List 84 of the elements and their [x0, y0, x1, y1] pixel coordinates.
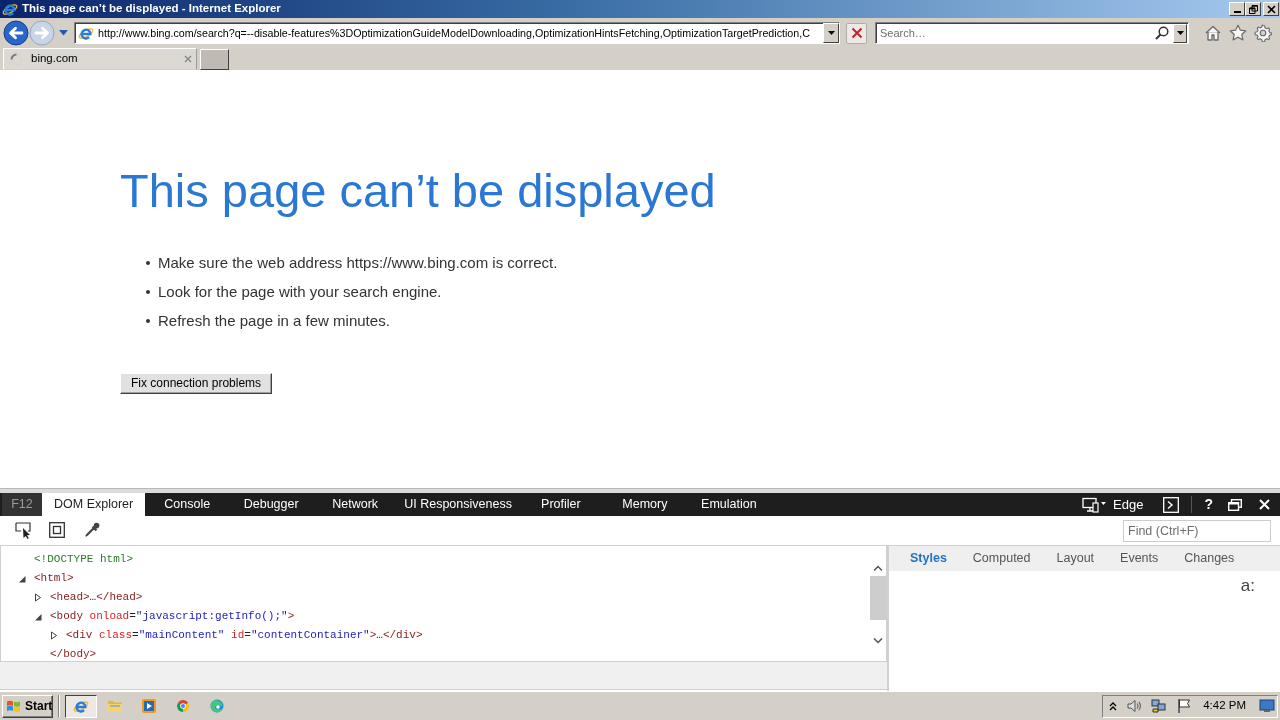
monitor-icon[interactable]	[1259, 699, 1275, 713]
bullet-icon	[146, 289, 150, 294]
triangle-right-icon[interactable]	[34, 593, 42, 602]
search-field[interactable]: Search…	[875, 22, 1189, 44]
dom-node-text[interactable]: <html>	[34, 571, 74, 586]
browser-tab[interactable]: bing.com	[3, 48, 197, 70]
circle-logo-icon	[209, 698, 225, 714]
devtools-tab[interactable]: Console	[145, 493, 230, 516]
devtools-tab[interactable]: Emulation	[686, 493, 771, 516]
speaker-icon[interactable]	[1126, 698, 1143, 714]
x-icon	[850, 27, 863, 39]
devtools-tab[interactable]: Memory	[602, 493, 687, 516]
search-dropdown-button[interactable]	[1173, 23, 1187, 43]
devtools-tab[interactable]: Debugger	[229, 493, 314, 516]
styles-pane-tab[interactable]: Layout	[1043, 546, 1108, 571]
star-icon[interactable]	[1229, 24, 1247, 42]
search-input[interactable]: Search…	[880, 24, 1155, 42]
f12-label: F12	[2, 493, 42, 516]
bullet-icon	[146, 318, 150, 323]
settings-icon[interactable]	[1254, 24, 1272, 42]
address-dropdown-button[interactable]	[823, 23, 839, 43]
start-button[interactable]: Start	[2, 694, 53, 718]
minimize-icon	[1233, 11, 1241, 13]
folder-icon	[107, 698, 123, 714]
devtools-tab[interactable]: Profiler	[518, 493, 603, 516]
caret-down-icon	[827, 31, 835, 35]
square-in-square-icon[interactable]	[49, 522, 65, 539]
new-tab-button[interactable]	[200, 49, 229, 70]
close-button[interactable]	[1263, 2, 1279, 16]
suggestion-text: Look for the page with your search engine.	[158, 282, 442, 301]
dom-node-text[interactable]: <div class="mainContent" id="contentContainer">…</div>	[66, 628, 423, 643]
double-chevron-up-icon[interactable]	[1109, 701, 1118, 711]
styles-pane-tab[interactable]: Computed	[959, 546, 1044, 571]
bullet-icon	[146, 260, 150, 265]
suggestion-text: Refresh the page in a few minutes.	[158, 311, 390, 330]
restore-icon[interactable]	[1228, 498, 1242, 511]
dom-node-text[interactable]: <body onload="javascript:getInfo();">	[50, 609, 295, 624]
styles-pane-tab[interactable]: Changes	[1171, 546, 1248, 571]
minimize-button[interactable]	[1229, 2, 1245, 16]
close-icon	[1266, 4, 1276, 14]
dom-node-text[interactable]: <!DOCTYPE html>	[34, 552, 134, 567]
e-logo-icon	[73, 698, 89, 714]
dom-node-text[interactable]: </body>	[50, 647, 97, 662]
help-button[interactable]: ?	[1204, 496, 1213, 513]
e-logo-icon	[2, 1, 18, 17]
suggestion-text: Make sure the web address https://www.bing.com is correct.	[158, 253, 558, 272]
scrollbar-thumb[interactable]	[870, 576, 886, 620]
windows-flag-icon	[6, 699, 22, 713]
console-icon[interactable]	[1163, 496, 1180, 513]
select-element-icon[interactable]	[15, 522, 31, 539]
devtools-tab[interactable]: DOM Explorer	[42, 493, 146, 516]
play-icon	[141, 698, 157, 714]
house-icon[interactable]	[1204, 24, 1222, 42]
styles-pane-tab[interactable]: Styles	[897, 546, 960, 571]
stop-button[interactable]	[846, 22, 867, 44]
chevron-down-icon[interactable]	[873, 638, 883, 644]
flag-icon[interactable]	[1176, 698, 1193, 714]
devices-dropdown-icon[interactable]	[1082, 496, 1108, 513]
find-field[interactable]: Find (Ctrl+F)	[1123, 519, 1271, 542]
document-mode-dropdown[interactable]: Edge	[1113, 496, 1144, 513]
restore-button[interactable]	[1245, 2, 1261, 16]
fix-connection-button[interactable]: Fix connection problems	[120, 373, 273, 395]
triangle-right-icon[interactable]	[50, 631, 58, 640]
clock-text: 4:42 PM	[1203, 699, 1246, 713]
devtools-tab[interactable]: UI Responsiveness	[397, 493, 519, 516]
eyedropper-icon[interactable]	[84, 522, 100, 539]
error-heading: This page can’t be displayed	[120, 163, 716, 219]
taskbar-button[interactable]	[65, 694, 97, 718]
search-icon[interactable]	[1155, 26, 1169, 40]
restore-icon	[1248, 4, 1258, 14]
caret-down-icon[interactable]	[59, 30, 68, 36]
caret-down-icon	[1176, 31, 1184, 35]
segmented-circle-icon	[175, 698, 191, 714]
address-field[interactable]: http://www.bing.com/search?q=--disable-features%3DOptimizationGuideModelDownloading,OptimizationHintsFetching,OptimizationTargetPrediction,C	[74, 22, 840, 44]
window-title: This page can’t be displayed - Internet Explorer	[22, 2, 281, 16]
triangle-down-icon[interactable]	[18, 574, 26, 583]
chevron-up-icon[interactable]	[873, 565, 883, 571]
triangle-down-icon[interactable]	[34, 612, 42, 621]
pseudo-class-toggle[interactable]: a:	[1240, 577, 1255, 594]
devtools-tab[interactable]: Network	[313, 493, 398, 516]
e-logo-icon	[78, 25, 94, 41]
dom-node-text[interactable]: <head>…</head>	[50, 590, 143, 605]
network-icon[interactable]	[1151, 698, 1168, 714]
styles-pane-tab[interactable]: Events	[1107, 546, 1172, 571]
